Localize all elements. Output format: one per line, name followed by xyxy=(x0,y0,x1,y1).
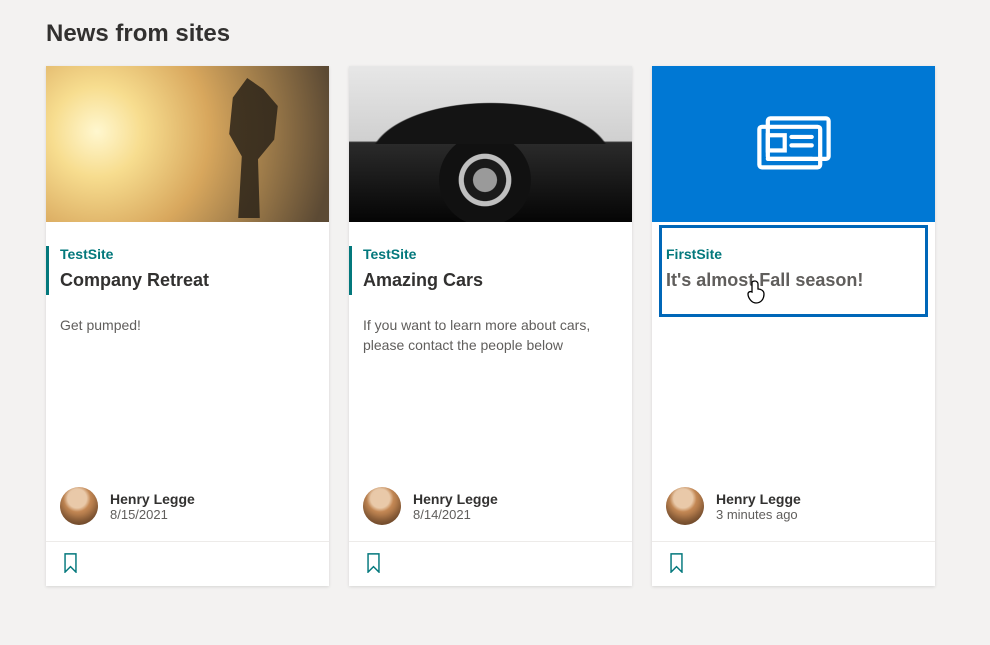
bookmark-icon xyxy=(669,553,684,576)
author-name: Henry Legge xyxy=(110,491,195,507)
news-card-body: FirstSite It's almost Fall season! Henry… xyxy=(652,222,935,541)
avatar[interactable] xyxy=(60,487,98,525)
news-card[interactable]: TestSite Amazing Cars If you want to lea… xyxy=(349,66,632,586)
author-row: Henry Legge 8/14/2021 xyxy=(363,487,618,541)
author-name: Henry Legge xyxy=(413,491,498,507)
news-card-body: TestSite Company Retreat Get pumped! Hen… xyxy=(46,222,329,541)
bookmark-icon xyxy=(63,553,78,576)
news-card-list: TestSite Company Retreat Get pumped! Hen… xyxy=(46,66,944,586)
bookmark-button[interactable] xyxy=(666,552,686,576)
accent-bar xyxy=(46,246,49,295)
news-icon xyxy=(756,114,832,175)
post-description: Get pumped! xyxy=(60,301,315,335)
avatar[interactable] xyxy=(363,487,401,525)
site-name-link[interactable]: FirstSite xyxy=(666,246,921,262)
post-description xyxy=(666,301,921,315)
author-row: Henry Legge 3 minutes ago xyxy=(666,487,921,541)
post-title[interactable]: Amazing Cars xyxy=(363,270,618,291)
news-card-image xyxy=(46,66,329,222)
post-description: If you want to learn more about cars, pl… xyxy=(363,301,618,356)
section-title: News from sites xyxy=(46,20,944,48)
bookmark-icon xyxy=(366,553,381,576)
news-card-image xyxy=(652,66,935,222)
author-row: Henry Legge 8/15/2021 xyxy=(60,487,315,541)
card-footer xyxy=(652,541,935,586)
site-name-link[interactable]: TestSite xyxy=(363,246,618,262)
post-title[interactable]: Company Retreat xyxy=(60,270,315,291)
post-date: 8/15/2021 xyxy=(110,507,195,522)
news-card-body: TestSite Amazing Cars If you want to lea… xyxy=(349,222,632,541)
card-footer xyxy=(46,541,329,586)
site-name-link[interactable]: TestSite xyxy=(60,246,315,262)
bookmark-button[interactable] xyxy=(60,552,80,576)
post-date: 3 minutes ago xyxy=(716,507,801,522)
post-title[interactable]: It's almost Fall season! xyxy=(666,270,921,291)
news-card[interactable]: FirstSite It's almost Fall season! Henry… xyxy=(652,66,935,586)
accent-bar xyxy=(349,246,352,295)
news-card-image xyxy=(349,66,632,222)
news-card[interactable]: TestSite Company Retreat Get pumped! Hen… xyxy=(46,66,329,586)
bookmark-button[interactable] xyxy=(363,552,383,576)
author-name: Henry Legge xyxy=(716,491,801,507)
avatar[interactable] xyxy=(666,487,704,525)
card-footer xyxy=(349,541,632,586)
post-date: 8/14/2021 xyxy=(413,507,498,522)
